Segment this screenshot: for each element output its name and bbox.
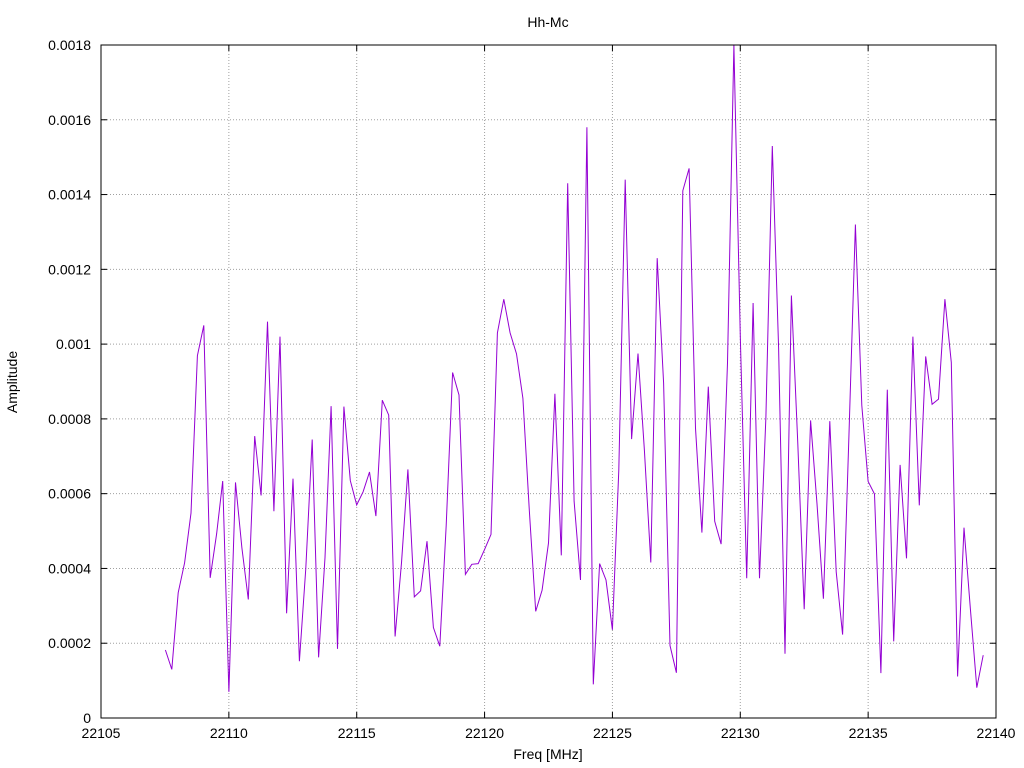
y-tick-label: 0 bbox=[83, 710, 91, 726]
y-tick-label: 0.0016 bbox=[48, 112, 91, 128]
series-layer bbox=[164, 44, 984, 692]
x-tick-label: 22140 bbox=[977, 725, 1016, 741]
line-chart: 22105 22110 22115 22120 22125 22130 22135 22140… bbox=[4, 14, 1016, 762]
x-tick-label: 22125 bbox=[593, 725, 632, 741]
y-tick-label: 0.0018 bbox=[48, 37, 91, 53]
x-tick-label: 22135 bbox=[849, 725, 888, 741]
x-tick-label: 22130 bbox=[721, 725, 760, 741]
series-line bbox=[164, 44, 984, 692]
x-tick-label: 22105 bbox=[82, 725, 121, 741]
y-tick-label: 0.001 bbox=[56, 336, 91, 352]
y-tick-label: 0.0012 bbox=[48, 261, 91, 277]
y-tick-label: 0.0006 bbox=[48, 486, 91, 502]
y-axis-label: Amplitude bbox=[4, 351, 20, 413]
plot-frame bbox=[100, 44, 997, 719]
x-tick-label: 22115 bbox=[338, 725, 376, 741]
y-tick-label: 0.0014 bbox=[48, 187, 91, 203]
axis-ticks: 22105 22110 22115 22120 22125 22130 22135 22140… bbox=[48, 37, 1016, 741]
chart-title: Hh-Mc bbox=[527, 14, 568, 30]
y-tick-label: 0.0004 bbox=[48, 560, 91, 576]
grid-lines bbox=[101, 45, 996, 718]
x-tick-label: 22110 bbox=[210, 725, 248, 741]
y-tick-label: 0.0008 bbox=[48, 411, 91, 427]
y-tick-label: 0.0002 bbox=[48, 635, 91, 651]
x-tick-label: 22120 bbox=[465, 725, 504, 741]
x-axis-label: Freq [MHz] bbox=[513, 746, 582, 762]
